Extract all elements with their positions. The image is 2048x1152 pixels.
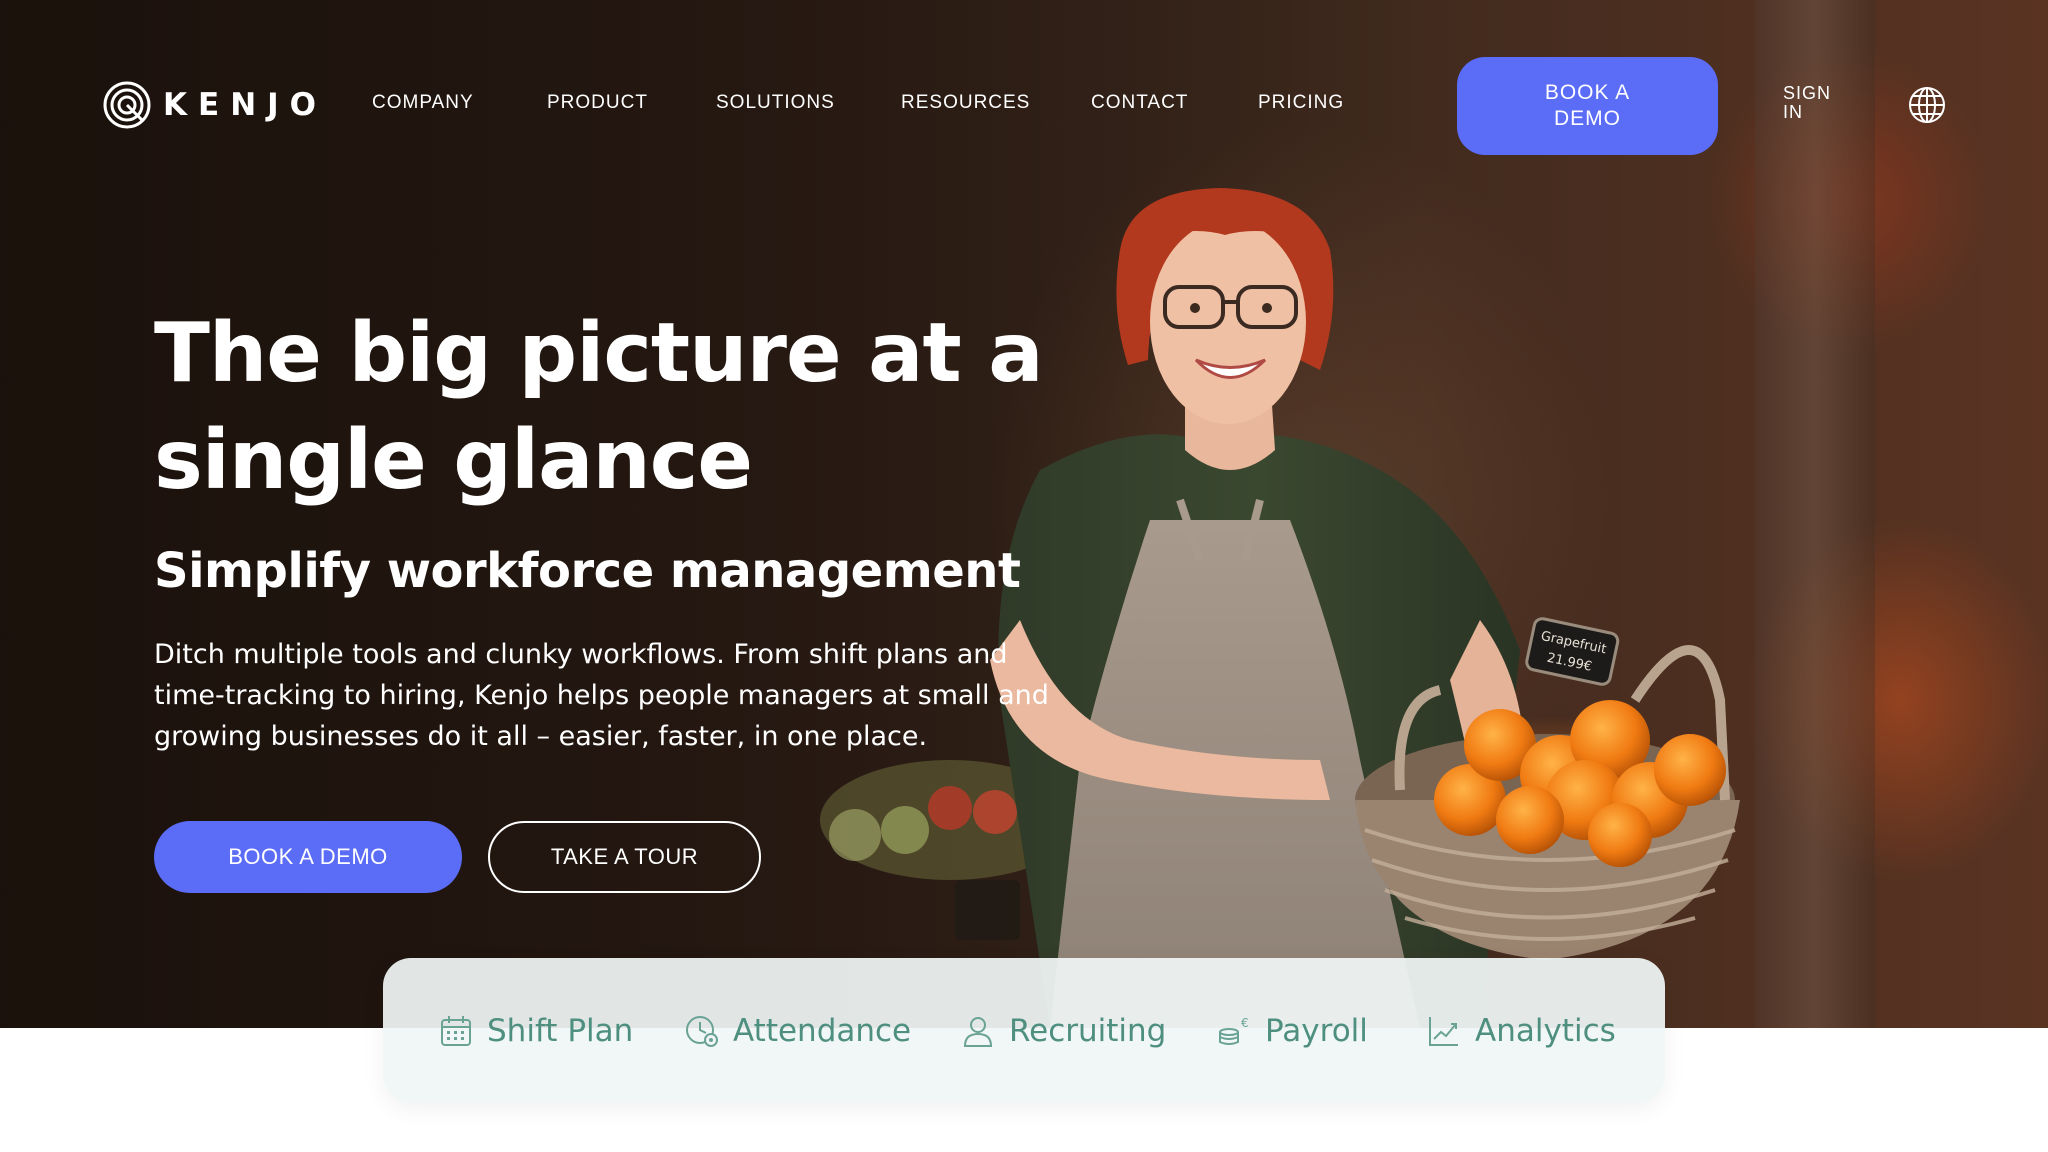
- nav-pricing[interactable]: PRICING: [1258, 92, 1344, 114]
- sign-in-link[interactable]: SIGN IN: [1783, 84, 1843, 122]
- svg-text:€: €: [1241, 1016, 1249, 1030]
- feature-payroll[interactable]: € Payroll: [1217, 958, 1368, 1103]
- feature-shift-plan[interactable]: Shift Plan: [439, 958, 633, 1103]
- feature-label: Attendance: [733, 1012, 912, 1049]
- feature-attendance[interactable]: Attendance: [685, 958, 911, 1103]
- feature-label: Recruiting: [1009, 1012, 1167, 1049]
- calendar-icon: [441, 1015, 471, 1046]
- kenjo-spiral-logo-icon: [103, 81, 151, 129]
- person-icon: [963, 1016, 993, 1047]
- brand-name: KENJO: [163, 87, 328, 123]
- nav-product[interactable]: PRODUCT: [547, 92, 648, 114]
- nav-contact[interactable]: CONTACT: [1091, 92, 1188, 114]
- chart-line-icon: [1429, 1016, 1458, 1046]
- book-demo-button[interactable]: BOOK A DEMO: [154, 821, 462, 893]
- coins-euro-icon: €: [1219, 1016, 1249, 1045]
- globe-icon[interactable]: [1907, 85, 1947, 125]
- nav-book-demo-button[interactable]: BOOK A DEMO: [1457, 57, 1718, 155]
- hero-headline: The big picture at a single glance: [154, 306, 1044, 508]
- clock-icon: [686, 1015, 718, 1047]
- feature-tabs-bar: Shift Plan Attendance Recruiting € Payro…: [383, 958, 1665, 1103]
- feature-analytics[interactable]: Analytics: [1427, 958, 1616, 1103]
- hero-description: Ditch multiple tools and clunky workflow…: [154, 639, 1049, 752]
- feature-label: Shift Plan: [487, 1012, 634, 1049]
- nav-company[interactable]: COMPANY: [372, 92, 474, 114]
- nav-resources[interactable]: RESOURCES: [901, 92, 1030, 114]
- hero-subheadline: Simplify workforce management: [154, 543, 1021, 599]
- feature-label: Payroll: [1265, 1012, 1368, 1049]
- kenjo-logo[interactable]: KENJO: [103, 81, 327, 129]
- feature-recruiting[interactable]: Recruiting: [961, 958, 1166, 1103]
- take-tour-button[interactable]: TAKE A TOUR: [488, 821, 761, 893]
- nav-solutions[interactable]: SOLUTIONS: [716, 92, 835, 114]
- feature-label: Analytics: [1475, 1012, 1616, 1049]
